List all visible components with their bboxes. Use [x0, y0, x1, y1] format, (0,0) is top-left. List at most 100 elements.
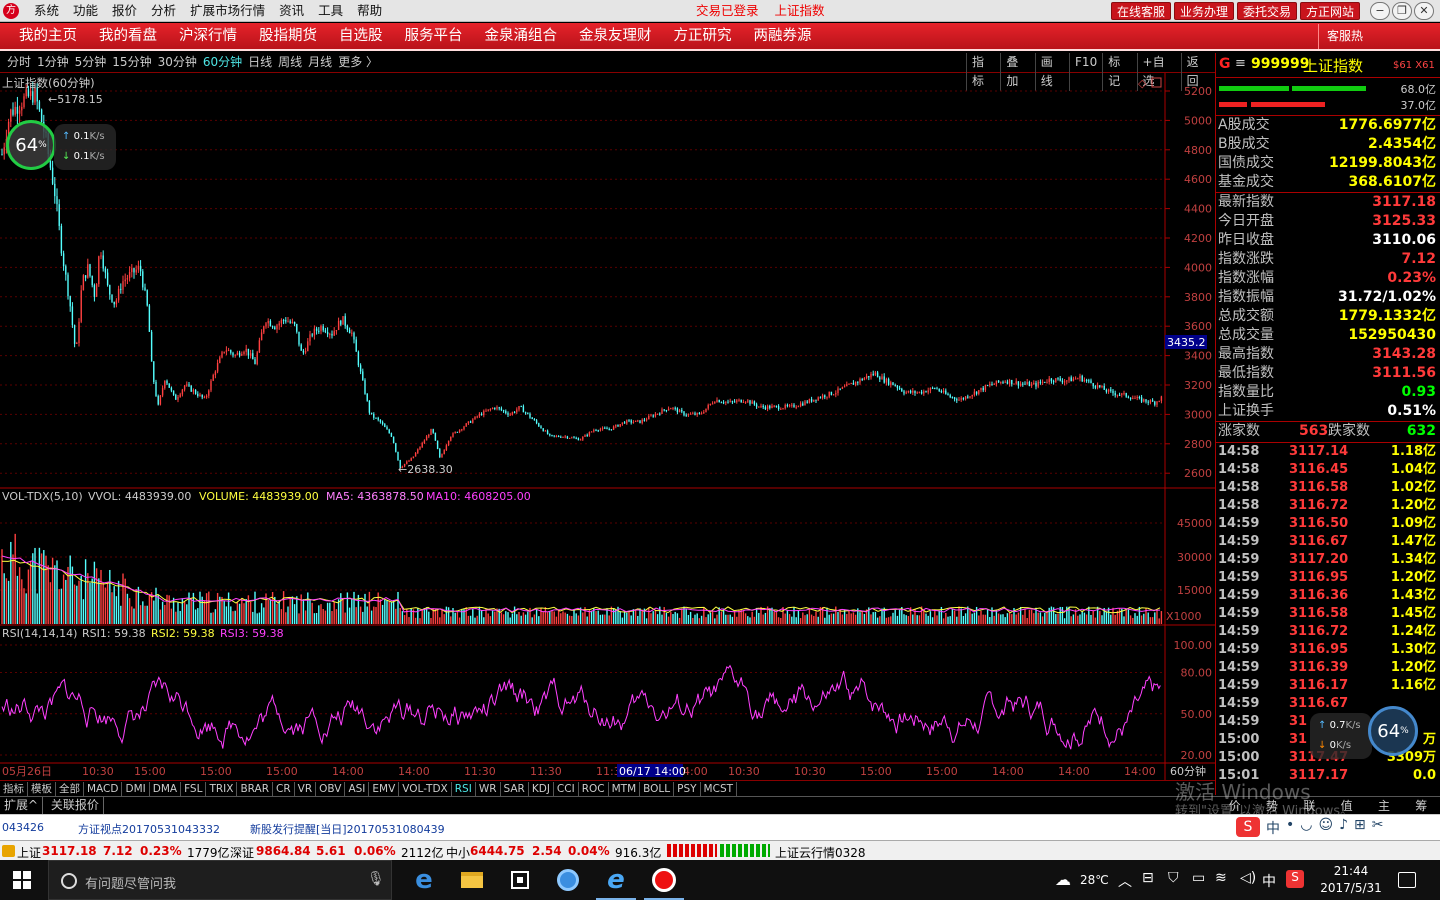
indicator-tab-模板[interactable]: 模板	[28, 782, 56, 797]
indicator-tab-cr[interactable]: CR	[273, 782, 295, 797]
indicator-tab-trix[interactable]: TRIX	[206, 782, 238, 797]
website-button[interactable]: 方正网站	[1300, 2, 1361, 20]
indicator-tab-psy[interactable]: PSY	[674, 782, 701, 797]
chart-diamond-icon[interactable]: ◇	[1138, 77, 1147, 90]
indicator-tab-brar[interactable]: BRAR	[237, 782, 273, 797]
volume-bar	[549, 611, 551, 624]
menu-item-quote[interactable]: 报价	[105, 0, 144, 22]
period-6[interactable]: 日线	[245, 53, 275, 72]
nav-margin[interactable]: 两融券源	[743, 23, 823, 50]
nav-service[interactable]: 服务平台	[394, 23, 474, 50]
indicator-tab-obv[interactable]: OBV	[316, 782, 346, 797]
period-4[interactable]: 30分钟	[155, 53, 200, 72]
indicator-tab-wr[interactable]: WR	[476, 782, 501, 797]
sogou-icon[interactable]: S	[1236, 817, 1260, 837]
nav-favorites[interactable]: 自选股	[328, 23, 394, 50]
indicator-tab-roc[interactable]: ROC	[579, 782, 609, 797]
news-item-2[interactable]: 新股发行提醒[当日]20170531080439	[250, 821, 445, 837]
restore-icon[interactable]: ❐	[1392, 2, 1412, 20]
weather-cloud-icon[interactable]: ☁	[1055, 870, 1071, 889]
nav-finance[interactable]: 金泉友理财	[568, 23, 663, 50]
candle-body	[388, 429, 390, 434]
period-3[interactable]: 15分钟	[109, 53, 154, 72]
indicator-tab-vol-tdx[interactable]: VOL-TDX	[399, 782, 452, 797]
trade-button[interactable]: 委托交易	[1237, 2, 1298, 20]
indicator-tab-dma[interactable]: DMA	[150, 782, 182, 797]
panel-tab-chips[interactable]: 筹	[1415, 797, 1427, 814]
indicator-tab-asi[interactable]: ASI	[345, 782, 370, 797]
kline-chart[interactable]: 5200 5000 4800 4600 4400 4200 4000 3800 3600 3400…	[0, 73, 1215, 780]
chart-area[interactable]: 5200 5000 4800 4600 4400 4200 4000 3800 3600 3400…	[0, 73, 1215, 795]
indicator-tab-emv[interactable]: EMV	[369, 782, 400, 797]
period-7[interactable]: 周线	[275, 53, 305, 72]
weather-temp[interactable]: 28℃	[1080, 873, 1109, 887]
file-explorer-icon[interactable]	[448, 860, 496, 900]
windows-start-icon[interactable]	[13, 871, 31, 889]
menu-item-help[interactable]: 帮助	[350, 0, 389, 22]
candle-body	[414, 452, 417, 457]
indicator-tab-macd[interactable]: MACD	[84, 782, 123, 797]
indicator-tab-mtm[interactable]: MTM	[609, 782, 641, 797]
menu-lines-icon[interactable]: ≡	[1235, 56, 1246, 71]
minimize-icon[interactable]: −	[1370, 2, 1390, 20]
notification-center-icon[interactable]	[1398, 872, 1416, 888]
network-icon[interactable]: ⊟	[1142, 870, 1154, 886]
indicator-tab-dmi[interactable]: DMI	[122, 782, 150, 797]
edge-icon[interactable]: e	[400, 860, 448, 900]
news-code[interactable]: 043426	[2, 821, 44, 834]
nav-research[interactable]: 方正研究	[663, 23, 743, 50]
indicator-tab-fsl[interactable]: FSL	[181, 782, 207, 797]
cloud-quote[interactable]: 上证云行情0328	[775, 844, 866, 861]
close-icon[interactable]: ✕	[1414, 2, 1434, 20]
period-1[interactable]: 1分钟	[34, 53, 72, 72]
ime-indicator[interactable]: 中	[1262, 871, 1276, 891]
ie-icon[interactable]: e	[592, 860, 640, 900]
menu-item-function[interactable]: 功能	[66, 0, 105, 22]
nav-portfolio[interactable]: 金泉涌组合	[474, 23, 569, 50]
indicator-tab-cci[interactable]: CCI	[554, 782, 579, 797]
nav-watch[interactable]: 我的看盘	[88, 23, 168, 50]
menu-item-tools[interactable]: 工具	[311, 0, 350, 22]
period-5[interactable]: 60分钟	[200, 53, 245, 72]
ime-chinese[interactable]: 中	[1266, 818, 1280, 838]
chevron-up-icon[interactable]: ︿	[1118, 871, 1132, 891]
menu-item-analysis[interactable]: 分析	[144, 0, 183, 22]
menu-item-ext-market[interactable]: 扩展市场行情	[183, 0, 272, 22]
business-button[interactable]: 业务办理	[1174, 2, 1235, 20]
indicator-tab-boll[interactable]: BOLL	[640, 782, 675, 797]
menu-item-system[interactable]: 系统	[27, 0, 66, 22]
store-icon[interactable]	[496, 860, 544, 900]
period-9[interactable]: 更多 〉	[335, 53, 381, 72]
ime-toolbar-icons[interactable]: •◡☺♪⊞✂	[1286, 817, 1389, 833]
online-service-button[interactable]: 在线客服	[1111, 2, 1172, 20]
taskbar-search-box[interactable]: 有问题尽管问我 🎙	[48, 860, 392, 900]
founder-app-icon[interactable]	[640, 860, 688, 900]
period-8[interactable]: 月线	[305, 53, 335, 72]
indicator-tab-vr[interactable]: VR	[295, 782, 317, 797]
indicator-tab-kdj[interactable]: KDJ	[529, 782, 554, 797]
nav-home[interactable]: 我的主页	[8, 23, 88, 50]
news-item-1[interactable]: 方证视点20170531043332	[78, 821, 220, 837]
wifi-icon[interactable]: ≋	[1215, 870, 1227, 886]
indicator-tab-mcst[interactable]: MCST	[701, 782, 738, 797]
nav-market[interactable]: 沪深行情	[168, 23, 248, 50]
indicator-tab-指标[interactable]: 指标	[0, 782, 28, 797]
period-0[interactable]: 分时	[4, 53, 34, 72]
volume-icon[interactable]: ◁)	[1240, 870, 1256, 886]
indicator-tab-全部[interactable]: 全部	[56, 782, 84, 797]
indicator-tab-rsi[interactable]: RSI	[452, 782, 476, 797]
microphone-icon[interactable]: 🎙	[367, 871, 385, 887]
chart-square-icon[interactable]	[1151, 77, 1162, 88]
period-2[interactable]: 5分钟	[72, 53, 110, 72]
panel-tab-main[interactable]: 主	[1378, 797, 1390, 814]
nav-futures[interactable]: 股指期货	[248, 23, 328, 50]
tab-related-quote[interactable]: 关联报价	[47, 797, 104, 814]
browser-360-icon[interactable]	[544, 860, 592, 900]
taskbar-clock[interactable]: 21:44 2017/5/31	[1320, 863, 1382, 897]
indicator-tab-sar[interactable]: SAR	[501, 782, 529, 797]
sogou-tray-icon[interactable]: S	[1286, 870, 1304, 888]
menu-item-news[interactable]: 资讯	[272, 0, 311, 22]
tab-extend[interactable]: 扩展^	[0, 797, 44, 814]
shield-icon[interactable]: ⛉	[1168, 870, 1179, 886]
monitor-icon[interactable]: ▭	[1192, 870, 1205, 886]
